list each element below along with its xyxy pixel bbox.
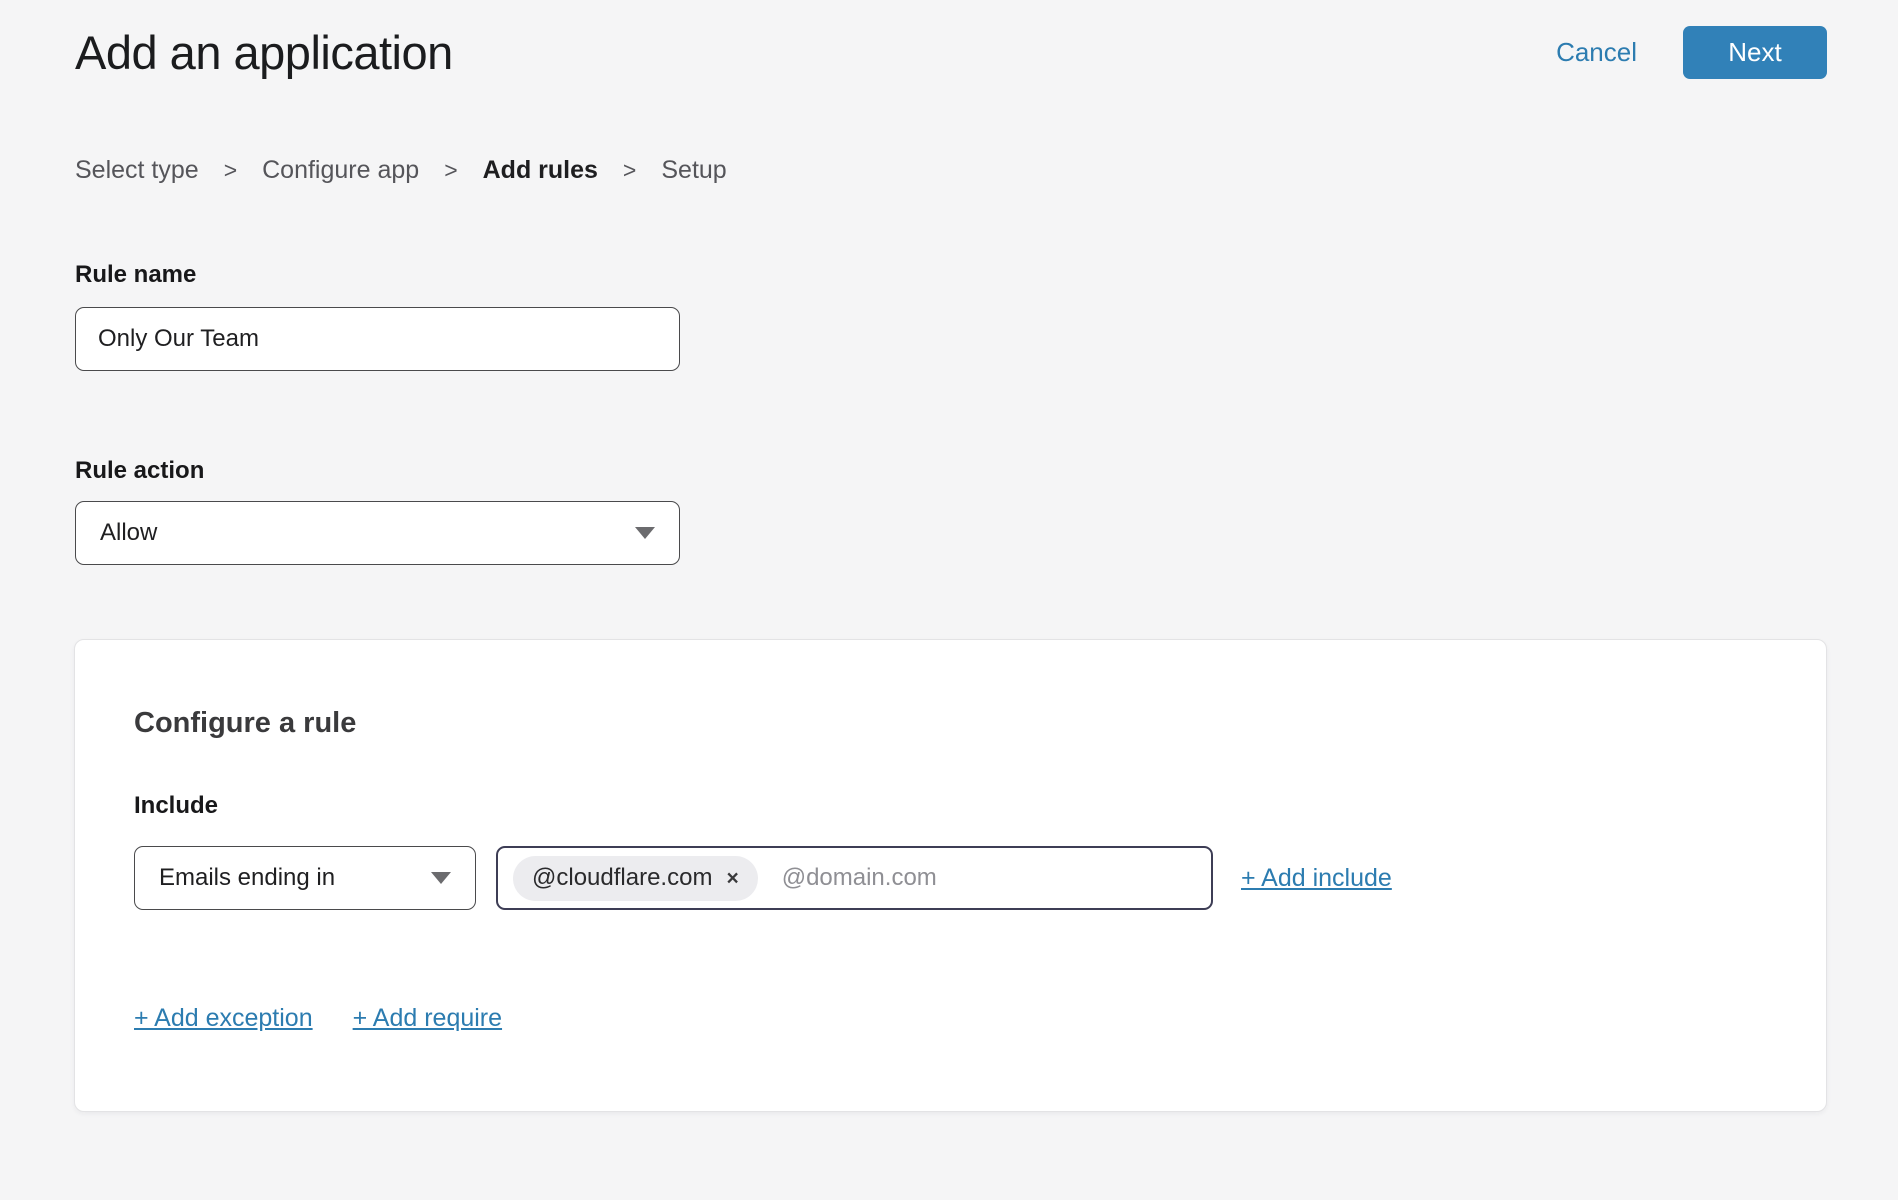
- include-row: Emails ending in @cloudflare.com × + Add…: [134, 846, 1766, 910]
- cancel-button[interactable]: Cancel: [1556, 37, 1637, 68]
- next-button[interactable]: Next: [1683, 26, 1827, 79]
- breadcrumb-separator: >: [224, 155, 237, 185]
- include-selector-value: Emails ending in: [159, 864, 335, 892]
- include-label: Include: [134, 792, 1766, 820]
- chevron-down-icon: [431, 872, 451, 884]
- add-exception-link[interactable]: + Add exception: [134, 1003, 313, 1034]
- page-title: Add an application: [75, 25, 1556, 80]
- add-application-page: Add an application Cancel Next Select ty…: [0, 0, 1898, 1112]
- email-domain-chip: @cloudflare.com ×: [513, 856, 758, 901]
- rule-name-input[interactable]: [75, 307, 680, 371]
- breadcrumb-step-add-rules[interactable]: Add rules: [483, 155, 598, 185]
- breadcrumb-separator: >: [623, 155, 636, 185]
- add-require-link[interactable]: + Add require: [353, 1003, 502, 1034]
- header-actions: Cancel Next: [1556, 26, 1827, 79]
- breadcrumb-separator: >: [444, 155, 457, 185]
- chip-remove-icon[interactable]: ×: [726, 868, 738, 889]
- email-domain-input[interactable]: [782, 864, 1196, 892]
- breadcrumb-step-select-type[interactable]: Select type: [75, 155, 199, 185]
- rule-action-selected-value: Allow: [100, 519, 157, 547]
- breadcrumb-step-configure-app[interactable]: Configure app: [262, 155, 419, 185]
- include-selector-select[interactable]: Emails ending in: [134, 846, 476, 910]
- add-include-link[interactable]: + Add include: [1241, 864, 1392, 893]
- rule-name-label: Rule name: [75, 261, 1827, 289]
- chevron-down-icon: [635, 527, 655, 539]
- rule-name-field: Rule name: [75, 261, 1827, 371]
- include-email-tag-input[interactable]: @cloudflare.com ×: [496, 846, 1213, 910]
- rule-action-select[interactable]: Allow: [75, 501, 680, 565]
- card-title: Configure a rule: [134, 706, 1766, 740]
- email-domain-chip-label: @cloudflare.com: [532, 864, 712, 892]
- configure-rule-card: Configure a rule Include Emails ending i…: [74, 639, 1827, 1112]
- rule-action-field: Rule action Allow: [75, 457, 1827, 565]
- page-header: Add an application Cancel Next: [75, 0, 1827, 62]
- rule-action-label: Rule action: [75, 457, 1827, 485]
- rule-links-row: + Add exception + Add require: [134, 1003, 1766, 1034]
- breadcrumb: Select type > Configure app > Add rules …: [75, 155, 1827, 185]
- breadcrumb-step-setup[interactable]: Setup: [661, 155, 726, 185]
